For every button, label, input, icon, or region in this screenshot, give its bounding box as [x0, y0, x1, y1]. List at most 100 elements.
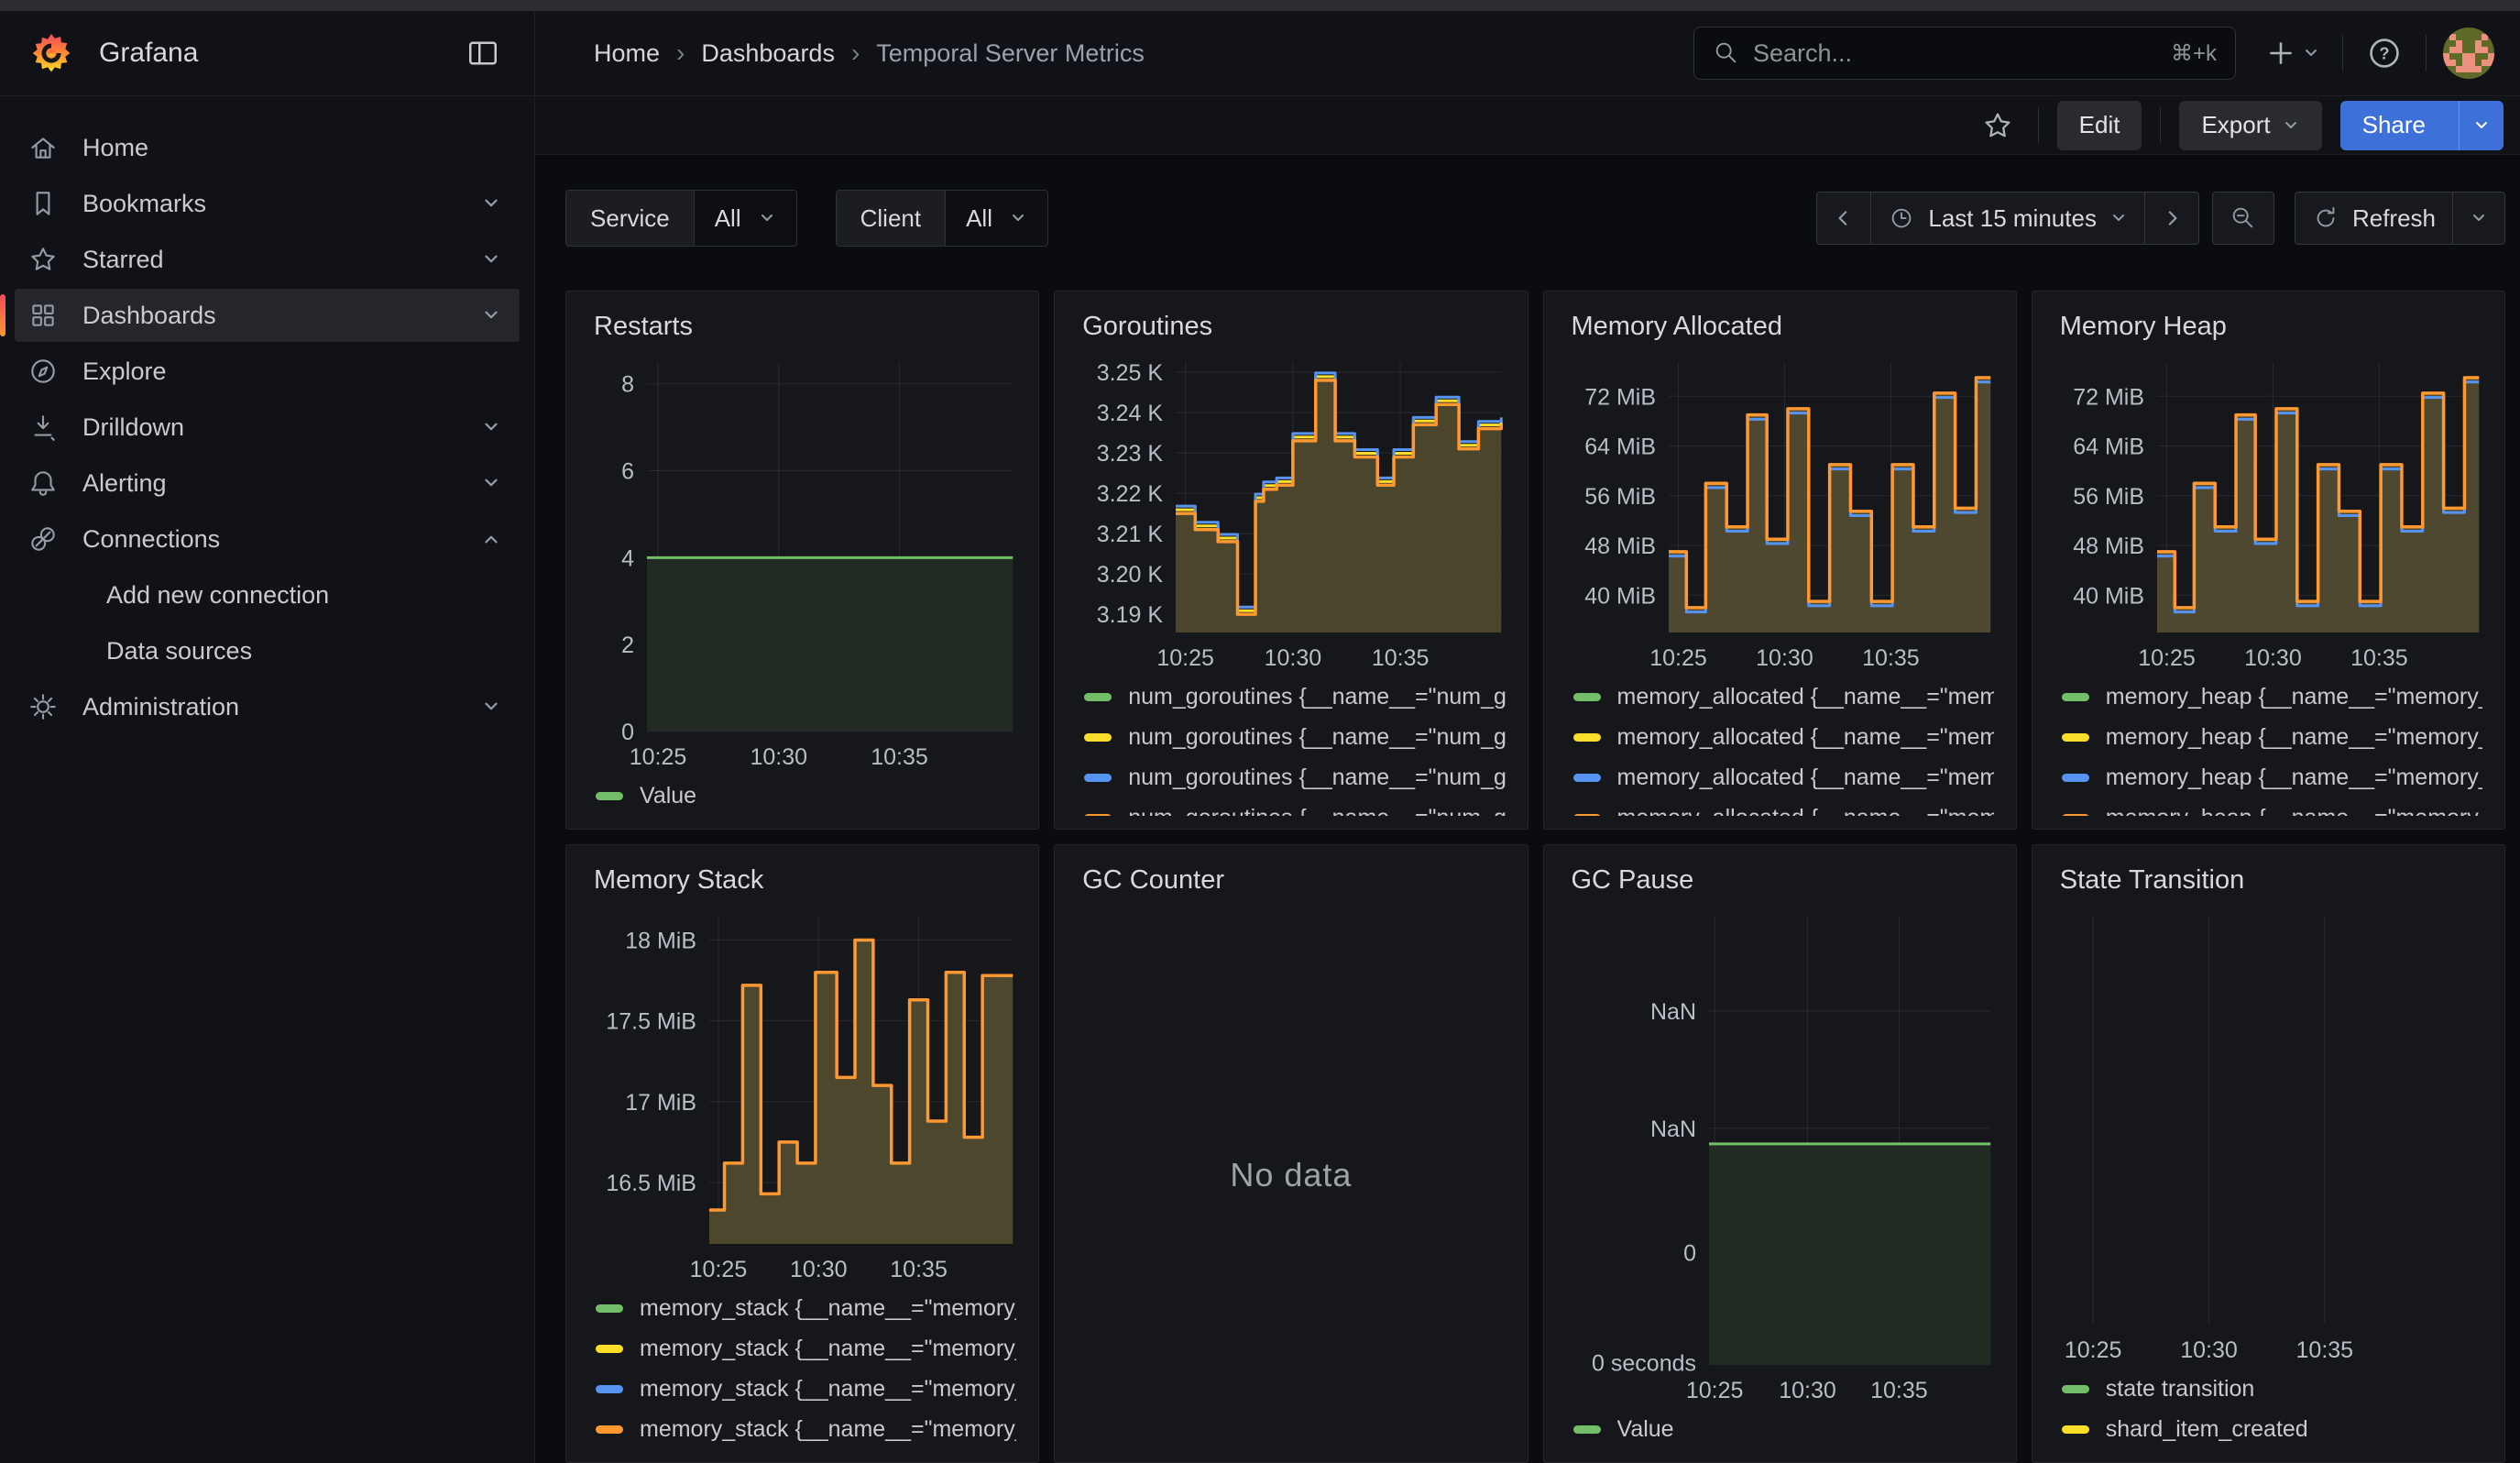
svg-text:3.20 K: 3.20 K: [1097, 562, 1164, 588]
bell-icon: [27, 468, 59, 499]
legend-item[interactable]: Value: [1566, 1409, 1994, 1449]
svg-text:10:25: 10:25: [1649, 645, 1707, 671]
edit-button[interactable]: Edit: [2057, 101, 2142, 150]
time-range-picker[interactable]: Last 15 minutes: [1870, 192, 2144, 244]
share-button[interactable]: Share: [2340, 101, 2448, 150]
legend-item[interactable]: num_goroutines {__name__="num_go: [1077, 757, 1505, 798]
svg-text:3.23 K: 3.23 K: [1097, 441, 1164, 467]
share-menu-button[interactable]: [2459, 101, 2504, 150]
sidebar-item-explore[interactable]: Explore: [15, 345, 520, 398]
panel-title[interactable]: Memory Stack: [594, 865, 1016, 896]
legend-label: memory_allocated {__name__="memo: [1617, 684, 1994, 710]
sidebar-item-label: Dashboards: [82, 302, 481, 330]
legend-item[interactable]: memory_allocated {__name__="memo: [1566, 798, 1994, 816]
user-avatar[interactable]: [2443, 28, 2494, 79]
sidebar-item-data-sources[interactable]: Data sources: [15, 624, 520, 677]
edit-button-label: Edit: [2079, 111, 2120, 139]
legend-item[interactable]: state transition: [2054, 1369, 2482, 1409]
sidebar-item-label: Data sources: [106, 637, 507, 666]
export-button[interactable]: Export: [2179, 101, 2321, 150]
client-filter-value[interactable]: All: [945, 191, 1047, 246]
refresh-button[interactable]: Refresh: [2295, 192, 2452, 244]
goroutines-legend: num_goroutines {__name__="num_gonum_goro…: [1077, 676, 1505, 816]
chevron-down-icon: [2302, 44, 2320, 62]
legend-item[interactable]: num_goroutines {__name__="num_go: [1077, 717, 1505, 757]
legend-item[interactable]: num_goroutines {__name__="num_go: [1077, 798, 1505, 816]
sidebar-item-connections[interactable]: Connections: [15, 512, 520, 566]
star-icon: [1981, 109, 2014, 142]
legend-item[interactable]: memory_heap {__name__="memory_h: [2054, 717, 2482, 757]
panel-title[interactable]: GC Counter: [1082, 865, 1505, 896]
legend-label: memory_heap {__name__="memory_h: [2106, 805, 2482, 817]
help-icon: ?: [2365, 34, 2404, 72]
sidebar-item-starred[interactable]: Starred: [15, 233, 520, 286]
svg-text:10:30: 10:30: [1265, 645, 1322, 671]
service-filter-selected: All: [715, 204, 741, 233]
legend-item[interactable]: memory_allocated {__name__="memo: [1566, 757, 1994, 798]
chevron-down-icon: [481, 697, 501, 717]
link-icon: [27, 523, 59, 555]
panel-title[interactable]: GC Pause: [1572, 865, 1994, 896]
help-button[interactable]: ?: [2360, 28, 2409, 78]
legend-item[interactable]: memory_stack {__name__="memory_s: [588, 1409, 1016, 1449]
legend-label: memory_allocated {__name__="memo: [1617, 724, 1994, 751]
sidebar-item-administration[interactable]: Administration: [15, 680, 520, 733]
sidebar-item-bookmarks[interactable]: Bookmarks: [15, 177, 520, 230]
legend-item[interactable]: memory_heap {__name__="memory_h: [2054, 798, 2482, 816]
panel-goroutines: Goroutines 3.25 K3.24 K3.23 K3.22 K3.21 …: [1054, 291, 1528, 830]
panel-title[interactable]: Memory Heap: [2060, 312, 2482, 342]
legend-item[interactable]: shard_item_created: [2054, 1409, 2482, 1449]
legend-label: num_goroutines {__name__="num_go: [1128, 764, 1505, 791]
legend-label: memory_stack {__name__="memory_s: [640, 1416, 1016, 1443]
sidebar-item-drilldown[interactable]: Drilldown: [15, 401, 520, 454]
sidebar-item-label: Home: [82, 134, 507, 162]
chevron-down-icon: [2282, 116, 2300, 135]
panel-title[interactable]: Memory Allocated: [1572, 312, 1994, 342]
service-filter-value[interactable]: All: [694, 191, 796, 246]
legend-item[interactable]: memory_allocated {__name__="memo: [1566, 717, 1994, 757]
legend-item[interactable]: memory_stack {__name__="memory_s: [588, 1288, 1016, 1328]
chevron-down-icon: [481, 249, 501, 270]
add-new-button[interactable]: [2260, 32, 2326, 74]
svg-text:10:35: 10:35: [1372, 645, 1430, 671]
panel-gc-counter: GC Counter No data: [1054, 844, 1528, 1463]
home-icon: [27, 132, 59, 163]
breadcrumb-dashboards[interactable]: Dashboards: [701, 39, 835, 68]
memory-heap-legend: memory_heap {__name__="memory_hmemory_he…: [2054, 676, 2482, 816]
dashboard-toolbar: Edit Export Share: [535, 96, 2520, 155]
panel-title[interactable]: Goroutines: [1082, 312, 1505, 342]
panel-state-transition: State Transition 10:2510:3010:35 state t…: [2032, 844, 2505, 1463]
legend-item[interactable]: memory_allocated {__name__="memo: [1566, 676, 1994, 717]
legend-label: memory_stack {__name__="memory_s: [640, 1295, 1016, 1322]
panel-title[interactable]: Restarts: [594, 312, 1016, 342]
sidebar-item-dashboards[interactable]: Dashboards: [15, 289, 520, 342]
legend-item[interactable]: memory_stack {__name__="memory_s: [588, 1328, 1016, 1369]
chevron-left-icon: [1834, 208, 1854, 228]
breadcrumb-home[interactable]: Home: [594, 39, 660, 68]
refresh-interval-button[interactable]: [2452, 192, 2504, 244]
svg-text:4: 4: [621, 545, 634, 571]
sidebar-item-add-new-connection[interactable]: Add new connection: [15, 568, 520, 622]
breadcrumb-current-page: Temporal Server Metrics: [876, 39, 1145, 68]
svg-text:3.24 K: 3.24 K: [1097, 401, 1164, 426]
legend-label: memory_stack {__name__="memory_s: [640, 1376, 1016, 1402]
star-dashboard-button[interactable]: [1976, 104, 2020, 148]
sidebar-item-home[interactable]: Home: [15, 121, 520, 174]
legend-label: state transition: [2106, 1376, 2255, 1402]
panel-title[interactable]: State Transition: [2060, 865, 2482, 896]
compass-icon: [27, 356, 59, 387]
time-zoom-out-button[interactable]: [2213, 192, 2273, 244]
time-shift-forward-button[interactable]: [2144, 192, 2198, 244]
legend-item[interactable]: memory_heap {__name__="memory_h: [2054, 676, 2482, 717]
legend-item[interactable]: memory_stack {__name__="memory_s: [588, 1369, 1016, 1409]
search-input[interactable]: Search... ⌘+k: [1693, 27, 2236, 80]
legend-item[interactable]: memory_heap {__name__="memory_h: [2054, 757, 2482, 798]
time-shift-back-button[interactable]: [1817, 192, 1870, 244]
sidebar-collapse-button[interactable]: [459, 29, 507, 77]
svg-text:18 MiB: 18 MiB: [625, 928, 696, 953]
legend-item[interactable]: num_goroutines {__name__="num_go: [1077, 676, 1505, 717]
sidebar-item-alerting[interactable]: Alerting: [15, 456, 520, 510]
service-filter-label: Service: [566, 191, 694, 246]
svg-text:10:35: 10:35: [871, 744, 928, 770]
legend-item[interactable]: Value: [588, 776, 1016, 816]
